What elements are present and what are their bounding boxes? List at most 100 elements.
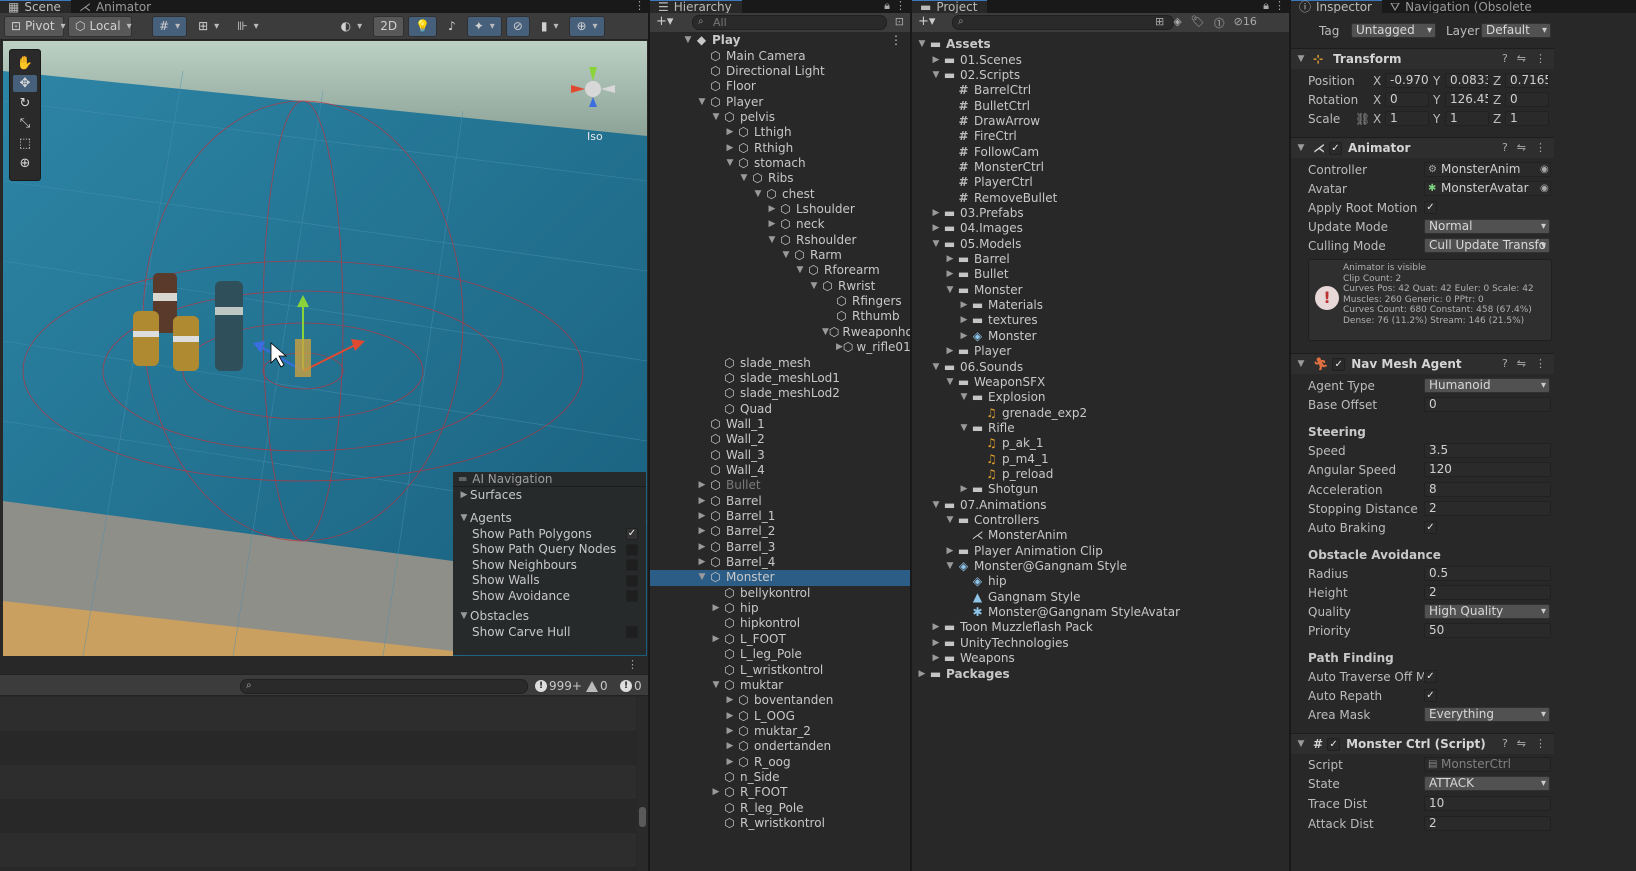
project-item[interactable]: # RemoveBullet (912, 191, 1289, 206)
ai-option-checkbox[interactable] (626, 574, 638, 587)
project-item[interactable]: ▼ ▬ WeaponSFX (912, 375, 1289, 390)
area-mask-dropdown[interactable]: Everything (1424, 707, 1550, 722)
2d-toggle[interactable]: 2D (373, 15, 405, 37)
collapsed-arrow-icon[interactable]: ▶ (836, 340, 843, 355)
scale-tool-icon[interactable]: ⤡ (13, 115, 37, 132)
collapsed-arrow-icon[interactable]: ▶ (944, 252, 956, 267)
project-item[interactable]: ▶ ▬ UnityTechnologies (912, 636, 1289, 651)
project-item[interactable]: ▼ ▬ Monster (912, 283, 1289, 298)
hierarchy-item[interactable]: ⬡ Wall_3 (650, 447, 910, 462)
help-icon[interactable]: ? (1502, 357, 1508, 370)
collapsed-arrow-icon[interactable]: ▶ (916, 667, 928, 682)
console-scrollbar[interactable] (637, 697, 648, 871)
expanded-arrow-icon[interactable]: ▼ (916, 37, 928, 52)
info-count-toggle[interactable]: ! 0 (620, 678, 642, 694)
hierarchy-item[interactable]: ▼ ⬡ stomach (650, 156, 910, 171)
hierarchy-item[interactable]: ▶ ⬡ neck (650, 217, 910, 232)
hierarchy-item[interactable]: ▼ ⬡ Rshoulder (650, 233, 910, 248)
console-search-input[interactable]: ⌕ (240, 679, 528, 694)
project-item[interactable]: ▶ ▬ Barrel (912, 252, 1289, 267)
project-item[interactable]: ▼ ◈ Monster@Gangnam Style (912, 559, 1289, 574)
hierarchy-item[interactable]: ▶ ⬡ R_oog (650, 754, 910, 769)
move-tool-icon[interactable]: ✥ (13, 75, 37, 92)
ai-option-checkbox[interactable] (626, 590, 638, 602)
expanded-arrow-icon[interactable]: ▼ (822, 325, 829, 340)
collapsed-arrow-icon[interactable]: ▶ (944, 344, 956, 359)
apply-root-motion-checkbox[interactable]: ✓ (1424, 201, 1437, 214)
ai-option-checkbox[interactable] (626, 543, 638, 556)
hierarchy-item[interactable]: ▶ ⬡ Rthigh (650, 140, 910, 155)
collapsed-arrow-icon[interactable]: ▶ (696, 555, 708, 570)
collapsed-arrow-icon[interactable]: ▶ (958, 298, 970, 313)
project-item[interactable]: ▶ ▬ Bullet (912, 267, 1289, 282)
project-search-input[interactable] (952, 15, 1174, 30)
obstacles-foldout[interactable]: ▼ Obstacles (453, 609, 646, 625)
hierarchy-item[interactable]: ▼ ⬡ pelvis (650, 110, 910, 125)
auto-traverse-checkbox[interactable]: ✓ (1424, 670, 1437, 683)
expanded-arrow-icon[interactable]: ▼ (696, 570, 708, 585)
hierarchy-item[interactable]: ⬡ hipkontrol (650, 616, 910, 631)
project-item[interactable]: ▶ ▬ textures (912, 313, 1289, 328)
collapsed-arrow-icon[interactable]: ▶ (944, 544, 956, 559)
project-item[interactable]: ▶ ▬ Packages (912, 666, 1289, 681)
project-item[interactable]: ◈ hip (912, 574, 1289, 589)
collapsed-arrow-icon[interactable]: ▶ (710, 632, 722, 647)
audio-toggle[interactable]: ♪ (441, 15, 463, 37)
expanded-arrow-icon[interactable]: ▼ (724, 156, 736, 171)
pivot-dropdown[interactable]: ⊡ Pivot (4, 15, 64, 37)
scl-x-field[interactable]: 1 (1385, 111, 1429, 126)
preset-icon[interactable]: ⇋ (1517, 357, 1526, 370)
project-item[interactable]: # PlayerCtrl (912, 175, 1289, 190)
hand-tool-icon[interactable]: ✋ (13, 55, 37, 72)
collapsed-arrow-icon[interactable]: ▶ (766, 202, 778, 217)
collapsed-arrow-icon[interactable]: ▶ (696, 524, 708, 539)
layer-dropdown[interactable]: Default (1481, 23, 1551, 38)
ai-navigation-header[interactable]: ═ AI Navigation (453, 472, 646, 487)
project-item[interactable]: ▶ ▬ Weapons (912, 651, 1289, 666)
attack-dist-field[interactable]: 2 (1424, 816, 1551, 831)
culling-mode-dropdown[interactable]: Cull Update Transfo (1424, 238, 1550, 253)
grid-toggle[interactable]: # (152, 15, 188, 37)
rot-y-field[interactable]: 126.45 (1445, 92, 1489, 107)
expanded-arrow-icon[interactable]: ▼ (944, 283, 956, 298)
tag-icon[interactable]: 🏷︎ (1191, 15, 1205, 31)
expanded-arrow-icon[interactable]: ▼ (794, 263, 806, 278)
preset-icon[interactable]: ⇋ (1517, 141, 1526, 154)
error-count-toggle[interactable]: ! 999+ (535, 678, 582, 694)
quality-dropdown[interactable]: High Quality (1424, 604, 1550, 619)
expanded-arrow-icon[interactable]: ▼ (682, 33, 694, 48)
expanded-arrow-icon[interactable]: ▼ (780, 248, 792, 263)
hierarchy-search-input[interactable]: All (692, 15, 887, 30)
rot-z-field[interactable]: 0 (1505, 92, 1549, 107)
collapsed-arrow-icon[interactable]: ▶ (958, 313, 970, 328)
hierarchy-item[interactable]: ▼ ⬡ Rarm (650, 248, 910, 263)
expanded-arrow-icon[interactable]: ▼ (766, 233, 778, 248)
preset-icon[interactable]: ⇋ (1517, 52, 1526, 65)
trace-dist-field[interactable]: 10 (1424, 796, 1551, 811)
pos-y-field[interactable]: 0.0833 (1445, 73, 1489, 88)
ai-option-checkbox[interactable] (626, 626, 638, 638)
more-icon[interactable]: ⋮ (1535, 52, 1546, 65)
hierarchy-item[interactable]: ▶ ⬡ Barrel (650, 494, 910, 509)
hierarchy-item[interactable]: ▼ ◆ Play ⋮ (650, 33, 910, 48)
collapsed-arrow-icon[interactable]: ▶ (930, 636, 942, 651)
collapsed-arrow-icon[interactable]: ▶ (696, 509, 708, 524)
ai-option-row[interactable]: Show Neighbours (453, 557, 646, 573)
more-icon[interactable]: ⋮ (1535, 141, 1546, 154)
auto-repath-checkbox[interactable]: ✓ (1424, 689, 1437, 702)
expanded-arrow-icon[interactable]: ▼ (944, 513, 956, 528)
tab-project[interactable]: ▬ Project (912, 0, 988, 13)
more-icon[interactable]: ⋮ (1535, 737, 1546, 750)
visibility-toggle[interactable]: ⊘ (505, 15, 530, 37)
warning-count-toggle[interactable]: 0 (586, 678, 608, 694)
search-by-type-icon[interactable]: ⊞ (1155, 15, 1164, 31)
state-dropdown[interactable]: ATTACK (1424, 776, 1550, 791)
tab-navigation[interactable]: ⛛ Navigation (Obsolete (1382, 0, 1542, 13)
project-item[interactable]: # BulletCtrl (912, 98, 1289, 113)
hierarchy-item[interactable]: ▶ ⬡ w_rifle01 (650, 340, 910, 355)
priority-field[interactable]: 50 (1424, 623, 1551, 638)
hierarchy-item[interactable]: ⬡ R_leg_Pole (650, 801, 910, 816)
snap-toggle[interactable]: ⊞ (191, 15, 227, 37)
agents-foldout[interactable]: ▼ Agents (453, 511, 646, 527)
tab-hierarchy[interactable]: ☰ Hierarchy (650, 0, 742, 13)
